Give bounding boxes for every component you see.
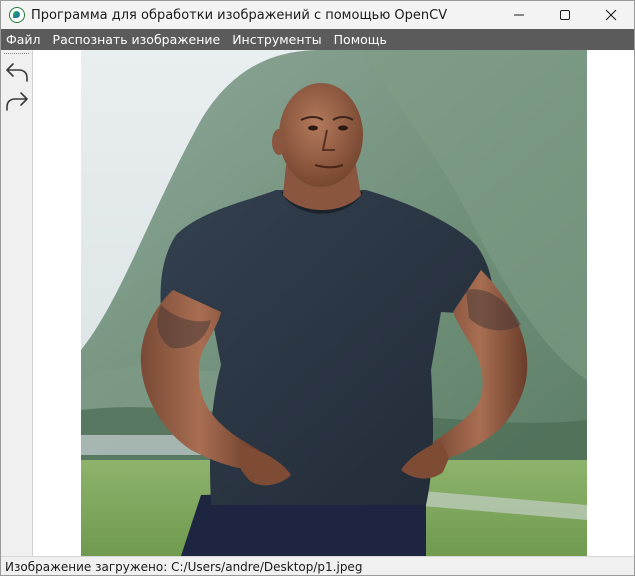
app-logo-icon	[9, 7, 25, 23]
status-bar: Изображение загружено: C:/Users/andre/De…	[1, 556, 634, 575]
close-button[interactable]	[588, 1, 634, 29]
loaded-photo	[81, 50, 587, 556]
window-title: Программа для обработки изображений с по…	[31, 7, 448, 23]
title-bar: Программа для обработки изображений с по…	[1, 1, 634, 29]
image-canvas[interactable]	[33, 50, 634, 556]
app-window: Программа для обработки изображений с по…	[0, 0, 635, 576]
menu-bar: Файл Распознать изображение Инструменты …	[1, 29, 634, 50]
photo-image	[81, 50, 587, 556]
toolbar-grip[interactable]	[4, 53, 29, 54]
close-icon	[605, 9, 617, 21]
minimize-icon	[514, 14, 524, 16]
undo-arrow-icon	[6, 63, 28, 82]
undo-button[interactable]	[4, 60, 30, 84]
maximize-icon	[560, 10, 570, 20]
status-message: Изображение загружено: C:/Users/andre/De…	[5, 559, 363, 574]
menu-help[interactable]: Помощь	[328, 29, 393, 50]
side-toolbar	[1, 50, 33, 556]
menu-recognize-image[interactable]: Распознать изображение	[47, 29, 227, 50]
maximize-button[interactable]	[542, 1, 588, 29]
redo-button[interactable]	[4, 89, 30, 113]
redo-arrow-icon	[6, 92, 28, 111]
menu-file[interactable]: Файл	[1, 29, 47, 50]
menu-tools[interactable]: Инструменты	[226, 29, 327, 50]
minimize-button[interactable]	[496, 1, 542, 29]
